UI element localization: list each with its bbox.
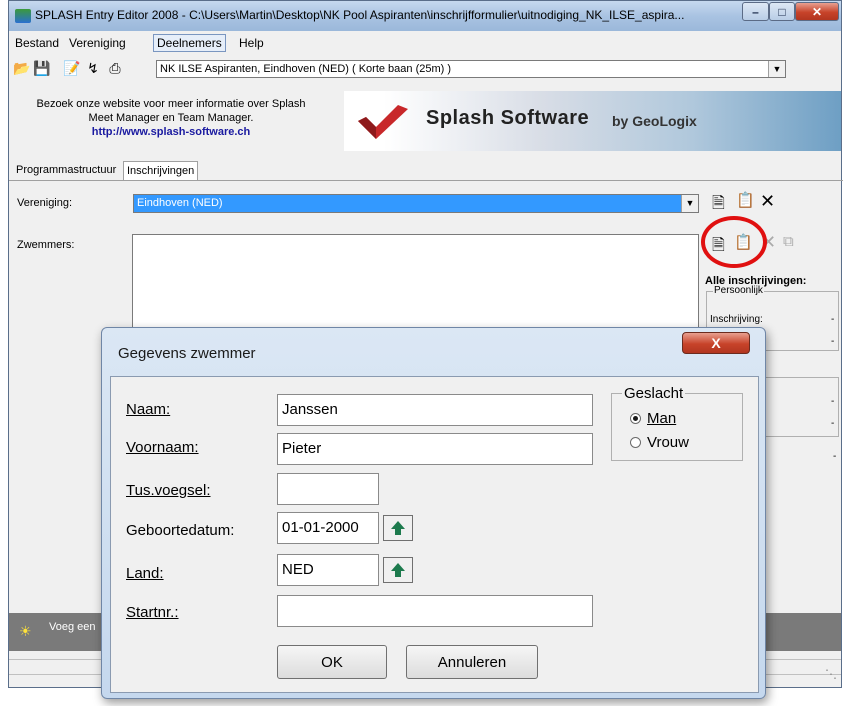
- menu-bar: Bestand Vereniging Deelnemers Help: [9, 33, 841, 53]
- club-select-value: Eindhoven (NED): [137, 197, 223, 209]
- gender-vrouw-option[interactable]: Vrouw: [630, 434, 689, 451]
- tab-bar: Programmastructuur Inschrijvingen: [9, 158, 843, 181]
- dialog-close-button[interactable]: X: [682, 332, 750, 354]
- splash-logo-icon: [358, 105, 408, 139]
- banner-text: Bezoek onze website voor meer informatie…: [11, 97, 331, 139]
- close-button[interactable]: ✕: [795, 2, 839, 21]
- banner-line-1: Bezoek onze website voor meer informatie…: [36, 98, 306, 110]
- total-value: -: [833, 451, 837, 462]
- window-title: SPLASH Entry Editor 2008 - C:\Users\Mart…: [35, 8, 685, 22]
- resize-grip-icon[interactable]: ⋱: [825, 667, 837, 681]
- startnr-label: Startnr.:: [126, 604, 179, 621]
- wand-icon[interactable]: ↯: [85, 60, 101, 76]
- geologix-text: by GeoLogix: [612, 113, 697, 129]
- tab-programmastructuur[interactable]: Programmastructuur: [13, 161, 119, 179]
- new-document-icon[interactable]: 🗎: [712, 192, 725, 219]
- print-icon[interactable]: ⎙: [107, 60, 123, 76]
- naam-label: Naam:: [126, 401, 171, 418]
- date-picker-button[interactable]: [383, 515, 413, 541]
- arrow-up-icon: [391, 563, 405, 577]
- arrow-up-icon: [391, 521, 405, 535]
- meet-select-value: NK ILSE Aspiranten, Eindhoven (NED) ( Ko…: [160, 63, 452, 75]
- entry-label: Inschrijving:: [710, 314, 763, 325]
- country-picker-button[interactable]: [383, 557, 413, 583]
- chevron-down-icon[interactable]: ▼: [681, 195, 698, 212]
- properties-icon[interactable]: 📝: [63, 60, 80, 76]
- menu-vereniging[interactable]: Vereniging: [69, 36, 126, 50]
- minimize-icon: –: [752, 4, 759, 19]
- menu-bestand[interactable]: Bestand: [15, 36, 59, 50]
- entry-value: -: [831, 314, 835, 325]
- swimmer-dialog: Gegevens zwemmer X Naam: Janssen Voornaa…: [101, 327, 766, 699]
- splash-logo-banner: Splash Software by GeoLogix: [344, 91, 841, 151]
- relay-entry-value-2: -: [831, 418, 835, 429]
- website-link[interactable]: http://www.splash-software.ch: [11, 125, 331, 139]
- club-select[interactable]: Eindhoven (NED) ▼: [133, 194, 699, 213]
- edit-record-icon[interactable]: 📋: [736, 191, 755, 209]
- dialog-title: Gegevens zwemmer: [118, 345, 256, 362]
- club-label: Vereniging:: [17, 197, 73, 209]
- tussenvoegsel-field[interactable]: [277, 473, 379, 505]
- relay-entry-value: -: [831, 396, 835, 407]
- ok-button[interactable]: OK: [277, 645, 387, 679]
- banner: Bezoek onze website voor meer informatie…: [9, 91, 843, 151]
- land-field[interactable]: NED: [277, 554, 379, 586]
- gender-man-label: Man: [647, 410, 677, 427]
- delete-icon[interactable]: ✕: [760, 191, 775, 212]
- highlight-circle: [701, 216, 767, 268]
- tab-inschrijvingen[interactable]: Inschrijvingen: [123, 161, 199, 180]
- banner-line-2: Meet Manager en Team Manager.: [88, 112, 254, 124]
- startnr-field[interactable]: [277, 595, 593, 627]
- gender-man-option[interactable]: Man: [630, 410, 676, 427]
- title-bar[interactable]: SPLASH Entry Editor 2008 - C:\Users\Mart…: [9, 1, 841, 31]
- swimmers-label: Zwemmers:: [17, 239, 75, 251]
- gender-group-label: Geslacht: [622, 385, 686, 402]
- voornaam-label: Voornaam:: [126, 439, 199, 456]
- lightbulb-icon: ☀: [19, 623, 32, 639]
- close-icon: X: [711, 335, 721, 351]
- entry-value-2: -: [831, 336, 835, 347]
- menu-deelnemers[interactable]: Deelnemers: [153, 34, 226, 52]
- copy-icon: ⧉: [783, 233, 794, 250]
- land-label: Land:: [126, 565, 164, 582]
- radio-man[interactable]: [630, 413, 641, 424]
- open-folder-icon[interactable]: 📂: [13, 60, 30, 76]
- geboortedatum-label: Geboortedatum:: [126, 522, 235, 539]
- dialog-body: Naam: Janssen Voornaam: Pieter Tus.voegs…: [110, 376, 759, 693]
- maximize-icon: □: [778, 4, 786, 19]
- gender-vrouw-label: Vrouw: [647, 434, 689, 451]
- maximize-button[interactable]: □: [769, 2, 795, 21]
- minimize-button[interactable]: –: [742, 2, 769, 21]
- splash-logo-text: Splash Software: [426, 107, 590, 129]
- geboortedatum-field[interactable]: 01-01-2000: [277, 512, 379, 544]
- tussenvoegsel-label: Tus.voegsel:: [126, 482, 211, 499]
- personal-group-label: Persoonlijk: [713, 285, 764, 296]
- meet-select[interactable]: NK ILSE Aspiranten, Eindhoven (NED) ( Ko…: [156, 60, 786, 78]
- close-icon: ✕: [811, 4, 823, 19]
- save-icon[interactable]: 💾: [33, 60, 50, 76]
- cancel-button[interactable]: Annuleren: [406, 645, 538, 679]
- radio-vrouw[interactable]: [630, 437, 641, 448]
- status-text: Voeg een: [49, 621, 96, 633]
- gender-group: Geslacht Man Vrouw: [611, 385, 743, 461]
- menu-help[interactable]: Help: [239, 36, 264, 50]
- chevron-down-icon[interactable]: ▼: [768, 61, 785, 77]
- voornaam-field[interactable]: Pieter: [277, 433, 593, 465]
- app-icon: [15, 9, 31, 23]
- naam-field[interactable]: Janssen: [277, 394, 593, 426]
